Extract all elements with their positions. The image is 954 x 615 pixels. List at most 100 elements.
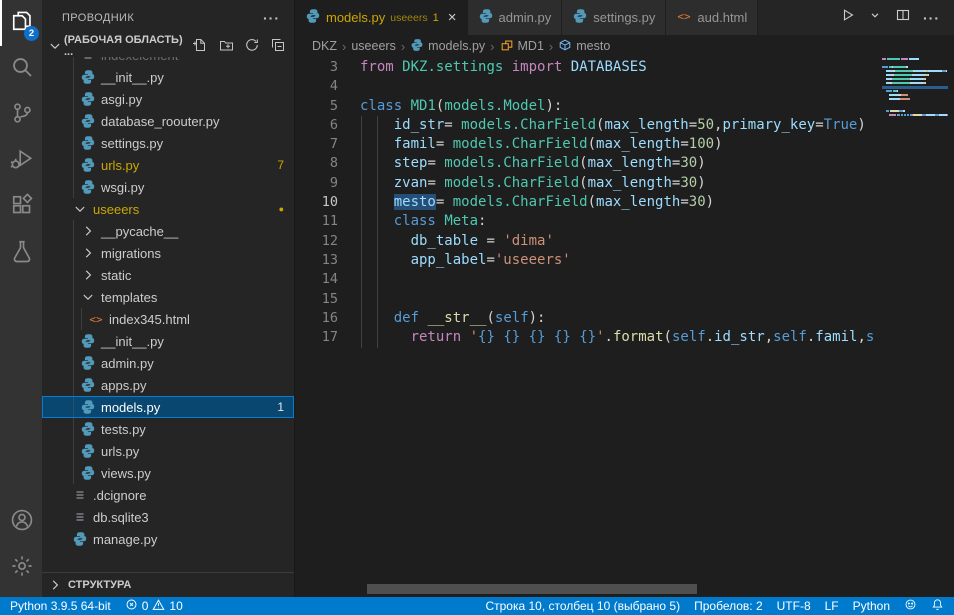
workspace-section-header[interactable]: (РАБОЧАЯ ОБЛАСТЬ) ... bbox=[42, 35, 294, 57]
horizontal-scrollbar[interactable] bbox=[367, 584, 697, 594]
code-editor[interactable]: 3from DKZ.settings import DATABASES45cla… bbox=[295, 57, 954, 597]
tree-item-urls.py[interactable]: urls.py7 bbox=[42, 154, 294, 176]
account-icon bbox=[10, 508, 34, 537]
python-icon bbox=[79, 443, 96, 459]
tree-item-asgi.py[interactable]: asgi.py bbox=[42, 88, 294, 110]
breadcrumbs: DKZ›useeers›models.py›MD1›mesto bbox=[295, 35, 954, 57]
tree-item-tests.py[interactable]: tests.py bbox=[42, 418, 294, 440]
tree-item-wsgi.py[interactable]: wsgi.py bbox=[42, 176, 294, 198]
new-folder-button[interactable] bbox=[218, 37, 234, 56]
code-line-text: zvan= models.CharField(max_length=30) bbox=[360, 174, 706, 193]
tree-item-database_roouter.py[interactable]: database_roouter.py bbox=[42, 110, 294, 132]
status-language-mode-label: Python bbox=[853, 599, 890, 613]
tab-aud.html[interactable]: <>aud.html bbox=[666, 0, 758, 35]
code-line-text: step= models.CharField(max_length=30) bbox=[360, 154, 706, 173]
sidebar-header: ПРОВОДНИК ··· bbox=[42, 0, 294, 35]
activity-explorer-button[interactable]: 2 bbox=[0, 0, 42, 46]
activity-extensions-button[interactable] bbox=[0, 184, 42, 230]
code-line-12: 12 db_table = 'dima' bbox=[295, 232, 878, 251]
close-icon[interactable]: × bbox=[448, 10, 457, 25]
tree-item-label: views.py bbox=[101, 466, 151, 481]
code-line-text: app_label='useeers' bbox=[360, 251, 571, 270]
tree-item-urls.py[interactable]: urls.py bbox=[42, 440, 294, 462]
split-editor-button[interactable] bbox=[895, 7, 911, 28]
tab-settings.py[interactable]: settings.py bbox=[562, 0, 666, 35]
tree-item-label: urls.py bbox=[101, 444, 139, 459]
svg-text:<>: <> bbox=[89, 313, 103, 326]
tree-item-migrations[interactable]: migrations bbox=[42, 242, 294, 264]
activity-search-button[interactable] bbox=[0, 46, 42, 92]
status-eol[interactable]: LF bbox=[825, 599, 839, 613]
activity-settings-button[interactable] bbox=[0, 545, 42, 591]
code-line-text: def __str__(self): bbox=[360, 309, 545, 328]
breadcrumb-mesto[interactable]: mesto bbox=[558, 38, 610, 55]
tree-item-templates[interactable]: templates bbox=[42, 286, 294, 308]
testing-icon bbox=[10, 239, 34, 268]
refresh-button[interactable] bbox=[244, 37, 260, 56]
editor-actions: ··· bbox=[839, 0, 954, 35]
minimap-line bbox=[882, 74, 948, 76]
line-number: 6 bbox=[295, 116, 338, 135]
breadcrumb-MD1[interactable]: MD1 bbox=[500, 38, 544, 55]
tab-models.py[interactable]: models.pyuseeers1× bbox=[295, 0, 468, 35]
sidebar-more-button[interactable]: ··· bbox=[263, 10, 280, 26]
activity-testing-button[interactable] bbox=[0, 230, 42, 276]
more-actions-button[interactable]: ··· bbox=[923, 10, 940, 26]
status-encoding[interactable]: UTF-8 bbox=[777, 599, 811, 613]
tree-item-__init__.py[interactable]: __init__.py bbox=[42, 66, 294, 88]
tree-item-useeers[interactable]: useeers● bbox=[42, 198, 294, 220]
tree-item-models.py[interactable]: models.py1 bbox=[42, 396, 294, 418]
vscode-window: 2 ПРОВОДНИК ··· indexelement__init__.pya… bbox=[0, 0, 954, 615]
minimap-line bbox=[882, 114, 948, 116]
tree-item-manage.py[interactable]: manage.py bbox=[42, 528, 294, 550]
activity-run-debug-button[interactable] bbox=[0, 138, 42, 184]
status-cursor-position[interactable]: Строка 10, столбец 10 (выбрано 5) bbox=[485, 599, 680, 613]
source-control-icon bbox=[10, 101, 34, 130]
breadcrumb-DKZ[interactable]: DKZ bbox=[312, 39, 337, 53]
status-notifications[interactable] bbox=[931, 598, 944, 614]
tree-item-admin.py[interactable]: admin.py bbox=[42, 352, 294, 374]
breadcrumb-label: DKZ bbox=[312, 39, 337, 53]
activity-source-control-button[interactable] bbox=[0, 92, 42, 138]
code-line-7: 7 famil= models.CharField(max_length=100… bbox=[295, 135, 878, 154]
breadcrumb-separator: › bbox=[342, 39, 346, 54]
outline-section-header[interactable]: СТРУКТУРА bbox=[42, 572, 294, 597]
status-left: Python 3.9.5 64-bit 010 bbox=[10, 598, 183, 614]
breadcrumb-label: useeers bbox=[351, 39, 395, 53]
tree-item-apps.py[interactable]: apps.py bbox=[42, 374, 294, 396]
editor-group: models.pyuseeers1×admin.pysettings.py<>a… bbox=[295, 0, 954, 597]
settings-icon bbox=[10, 554, 34, 583]
run-button[interactable] bbox=[839, 7, 855, 28]
tree-item-index345.html[interactable]: <>index345.html bbox=[42, 308, 294, 330]
run-dropdown-button[interactable] bbox=[867, 7, 883, 28]
tab-admin.py[interactable]: admin.py bbox=[468, 0, 563, 35]
tree-item-settings.py[interactable]: settings.py bbox=[42, 132, 294, 154]
tree-item-label: database_roouter.py bbox=[101, 114, 220, 129]
status-indentation[interactable]: Пробелов: 2 bbox=[694, 599, 763, 613]
tree-item-label: tests.py bbox=[101, 422, 146, 437]
tree-item-static[interactable]: static bbox=[42, 264, 294, 286]
tree-item-db.sqlite3[interactable]: db.sqlite3 bbox=[42, 506, 294, 528]
tree-item-label: static bbox=[101, 268, 131, 283]
tree-item-views.py[interactable]: views.py bbox=[42, 462, 294, 484]
status-python-version[interactable]: Python 3.9.5 64-bit bbox=[10, 599, 111, 613]
minimap[interactable] bbox=[882, 58, 948, 118]
tree-item-.dcignore[interactable]: .dcignore bbox=[42, 484, 294, 506]
minimap-line bbox=[882, 90, 948, 92]
code-line-9: 9 zvan= models.CharField(max_length=30) bbox=[295, 174, 878, 193]
status-problems[interactable]: 010 bbox=[125, 598, 183, 614]
breadcrumb-useeers[interactable]: useeers bbox=[351, 39, 395, 53]
status-language-mode[interactable]: Python bbox=[853, 599, 890, 613]
new-file-button[interactable] bbox=[192, 37, 208, 56]
tree-item-__pycache__[interactable]: __pycache__ bbox=[42, 220, 294, 242]
collapse-all-button[interactable] bbox=[270, 37, 286, 56]
tree-item-__init__.py[interactable]: __init__.py bbox=[42, 330, 294, 352]
line-number: 10 bbox=[295, 193, 338, 212]
code-indent-guide bbox=[377, 116, 378, 348]
activity-account-button[interactable] bbox=[0, 499, 42, 545]
breadcrumb-models.py[interactable]: models.py bbox=[410, 38, 485, 55]
status-feedback[interactable] bbox=[904, 598, 917, 614]
class-icon bbox=[500, 38, 514, 55]
tree-item-label: useeers bbox=[93, 202, 139, 217]
feedback-icon bbox=[904, 598, 917, 614]
